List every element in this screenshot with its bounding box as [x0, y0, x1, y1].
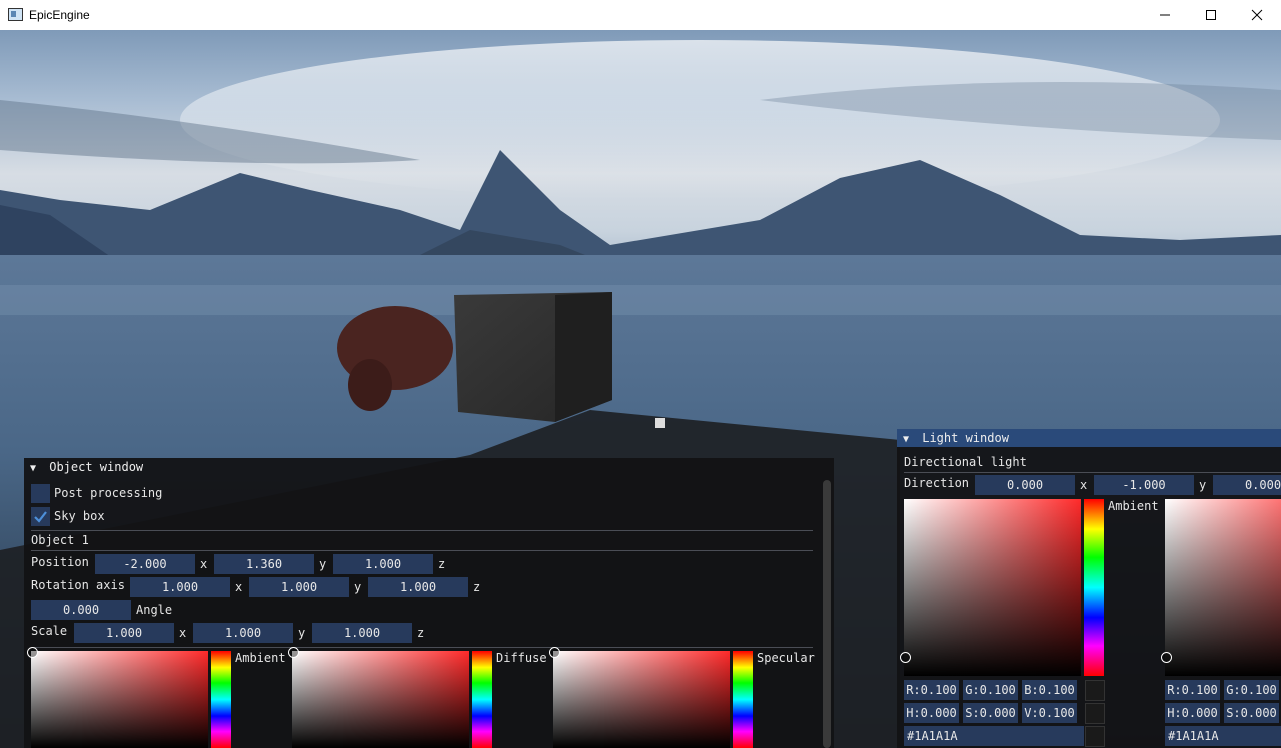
- position-z-field[interactable]: 1.000: [333, 554, 433, 574]
- position-label: Position: [31, 555, 89, 569]
- sky-box-checkbox[interactable]: [31, 507, 50, 526]
- rotation-z-label: z: [473, 580, 481, 594]
- position-y-label: y: [319, 557, 327, 571]
- light-second-r-field[interactable]: R:0.100: [1165, 680, 1220, 700]
- light-second-hex-field[interactable]: #1A1A1A: [1165, 726, 1281, 746]
- sky-box-label: Sky box: [54, 509, 105, 523]
- direction-label: Direction: [904, 476, 970, 490]
- light-window-title: Light window: [922, 431, 1009, 445]
- rotation-x-label: x: [235, 580, 243, 594]
- rotation-x-field[interactable]: 1.000: [130, 577, 230, 597]
- light-ambient-swatch-hex[interactable]: [1085, 726, 1105, 747]
- minimize-button[interactable]: [1142, 0, 1188, 30]
- light-ambient-v-field[interactable]: V:0.100: [1022, 703, 1077, 723]
- position-y-field[interactable]: 1.360: [214, 554, 314, 574]
- light-window[interactable]: ▼ Light window Directional light Directi…: [897, 429, 1281, 748]
- light-window-title-bar[interactable]: ▼ Light window: [897, 429, 1281, 447]
- rotation-y-label: y: [354, 580, 362, 594]
- light-ambient-b-field[interactable]: B:0.100: [1022, 680, 1077, 700]
- os-title-bar: EpicEngine: [0, 0, 1281, 30]
- ambient-sv-handle[interactable]: [27, 647, 38, 658]
- light-second-sv-handle[interactable]: [1161, 652, 1172, 663]
- scale-y-label: y: [298, 626, 306, 640]
- close-button[interactable]: [1234, 0, 1280, 30]
- object-window-title-bar[interactable]: ▼ Object window: [24, 458, 834, 476]
- ambient-sv-square[interactable]: [31, 651, 208, 748]
- direction-z-field[interactable]: 0.000: [1213, 475, 1281, 495]
- scale-x-field[interactable]: 1.000: [74, 623, 174, 643]
- maximize-button[interactable]: [1188, 0, 1234, 30]
- minimize-icon: [1160, 14, 1170, 16]
- angle-field[interactable]: 0.000: [31, 600, 131, 620]
- direction-y-field[interactable]: -1.000: [1094, 475, 1194, 495]
- scale-z-field[interactable]: 1.000: [312, 623, 412, 643]
- directional-light-label: Directional light: [904, 455, 1027, 469]
- light-ambient-g-field[interactable]: G:0.100: [963, 680, 1018, 700]
- object-name: Object 1: [31, 533, 89, 547]
- object-window[interactable]: ▼ Object window Post processing Sky box …: [24, 458, 834, 748]
- object-window-scrollbar[interactable]: [823, 480, 831, 748]
- diffuse-hue-bar[interactable]: [472, 651, 492, 748]
- separator: [31, 530, 813, 531]
- post-processing-checkbox[interactable]: [31, 484, 50, 503]
- rotation-z-field[interactable]: 1.000: [368, 577, 468, 597]
- diffuse-sv-handle[interactable]: [288, 647, 299, 658]
- scale-z-label: z: [417, 626, 425, 640]
- light-ambient-sv-handle[interactable]: [900, 652, 911, 663]
- light-ambient-r-field[interactable]: R:0.100: [904, 680, 959, 700]
- position-x-label: x: [200, 557, 208, 571]
- collapse-triangle-icon[interactable]: ▼: [30, 460, 42, 478]
- ambient-picker-label: Ambient: [235, 651, 286, 665]
- direction-x-field[interactable]: 0.000: [975, 475, 1075, 495]
- rotation-y-field[interactable]: 1.000: [249, 577, 349, 597]
- collapse-triangle-icon[interactable]: ▼: [903, 431, 915, 449]
- position-z-label: z: [438, 557, 446, 571]
- light-ambient-hex-field[interactable]: #1A1A1A: [904, 726, 1084, 746]
- close-icon: [1251, 9, 1263, 21]
- maximize-icon: [1206, 10, 1216, 20]
- light-ambient-h-field[interactable]: H:0.000: [904, 703, 959, 723]
- specular-sv-handle[interactable]: [549, 647, 560, 658]
- specular-picker-label: Specular: [757, 651, 815, 665]
- scale-y-field[interactable]: 1.000: [193, 623, 293, 643]
- scale-label: Scale: [31, 624, 68, 638]
- diffuse-picker-label: Diffuse: [496, 651, 547, 665]
- rotation-axis-label: Rotation axis: [31, 578, 125, 592]
- light-ambient-hue-bar[interactable]: [1084, 499, 1104, 676]
- scale-x-label: x: [179, 626, 187, 640]
- position-x-field[interactable]: -2.000: [95, 554, 195, 574]
- light-ambient-label: Ambient: [1108, 499, 1159, 513]
- light-second-g-field[interactable]: G:0.100: [1224, 680, 1279, 700]
- object-window-title: Object window: [49, 460, 144, 474]
- diffuse-sv-square[interactable]: [292, 651, 469, 748]
- app-icon: [8, 8, 23, 21]
- checkmark-icon: [34, 511, 47, 523]
- separator: [31, 550, 813, 551]
- separator: [31, 647, 813, 648]
- light-second-h-field[interactable]: H:0.000: [1165, 703, 1220, 723]
- separator: [904, 472, 1281, 473]
- angle-label: Angle: [136, 603, 173, 617]
- specular-sv-square[interactable]: [553, 651, 730, 748]
- light-ambient-s-field[interactable]: S:0.000: [963, 703, 1018, 723]
- app-title: EpicEngine: [29, 8, 90, 22]
- post-processing-label: Post processing: [54, 486, 163, 500]
- light-second-sv-square[interactable]: [1165, 499, 1281, 676]
- light-marker-icon: [655, 418, 665, 428]
- light-ambient-swatch-hsv[interactable]: [1085, 703, 1105, 724]
- light-second-s-field[interactable]: S:0.000: [1224, 703, 1279, 723]
- light-ambient-swatch[interactable]: [1085, 680, 1105, 701]
- ambient-hue-bar[interactable]: [211, 651, 231, 748]
- direction-y-label: y: [1199, 478, 1207, 492]
- direction-x-label: x: [1080, 478, 1088, 492]
- specular-hue-bar[interactable]: [733, 651, 753, 748]
- light-ambient-sv-square[interactable]: [904, 499, 1081, 676]
